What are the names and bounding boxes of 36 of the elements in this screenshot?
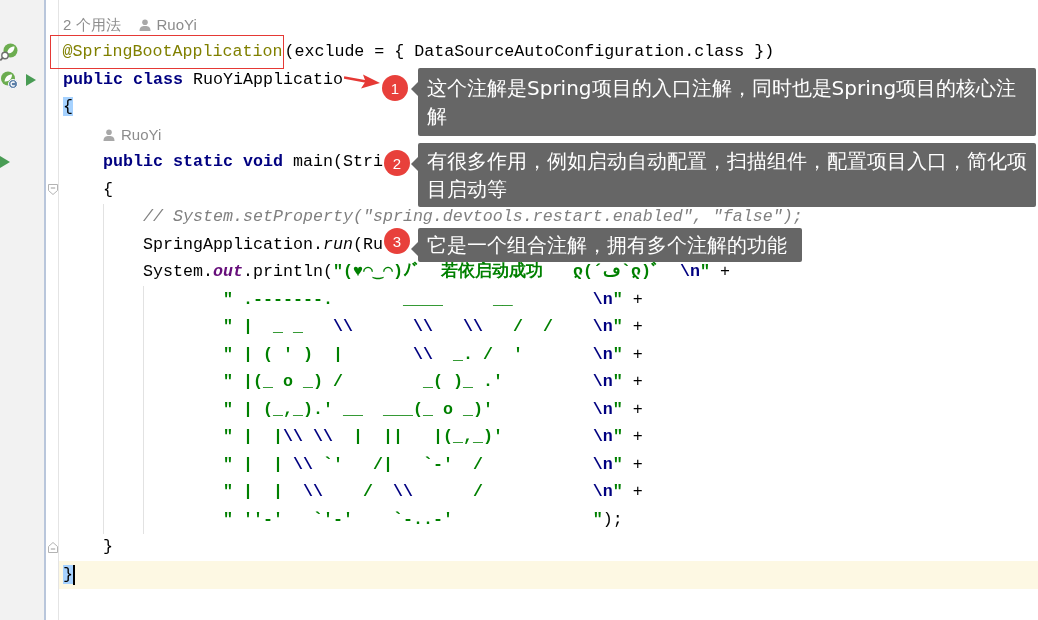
code-line: " | | \\ `' /| `-' / \n" + <box>223 455 643 474</box>
step-number: 2 <box>384 150 410 176</box>
leaf-icon[interactable] <box>0 70 18 89</box>
code-line: " | _ _ \\ \\ \\ / / \n" + <box>223 318 643 337</box>
person-icon <box>103 128 115 141</box>
code-line: (exclude = { DataSourceAutoConfiguration.class }) <box>284 43 775 62</box>
note-callout: 它是一个组合注解，拥有多个注解的功能 <box>411 228 802 262</box>
code-line: " |(_ o _) / _( )_ .' \n" + <box>223 373 643 392</box>
code-line: // System.setProperty("spring.devtools.restart.enabled", "false"); <box>143 208 803 227</box>
fold-icon[interactable] <box>48 541 58 553</box>
code-line: SpringApplication.run(Ru <box>143 235 383 254</box>
note-callout: 有很多作用，例如启动自动配置，扫描组件，配置项目入口，简化项目启动等 <box>411 143 1036 207</box>
code-line: " .-------. ____ __ \n" + <box>223 290 643 309</box>
code-line: " ''-' `'-' `-..-' "); <box>223 510 623 529</box>
code-line: public class RuoYiApplicatio <box>63 70 343 89</box>
code-line: { <box>103 180 113 199</box>
step-number: 3 <box>384 228 410 254</box>
author-hint[interactable]: RuoYi <box>156 15 197 34</box>
run-icon[interactable] <box>0 156 10 169</box>
person-icon <box>138 18 151 31</box>
step-number: 1 <box>382 75 408 101</box>
code-line: " | |\\ \\ | || |(_,_)' \n" + <box>223 428 643 447</box>
note-callout: 这个注解是Spring项目的入口注解，同时也是Spring项目的核心注解 <box>411 68 1036 136</box>
framed-annotation: @SpringBootApplication <box>49 35 285 70</box>
code-line: " | | \\ / \\ / \n" + <box>223 483 643 502</box>
leaf-search-icon[interactable] <box>0 43 18 62</box>
run-icon[interactable] <box>26 73 36 86</box>
pointer-arrow <box>344 73 380 90</box>
code-line: " | (_,_).' __ ___(_ o _)' \n" + <box>223 400 643 419</box>
code-line: } <box>103 538 113 557</box>
usages-hint[interactable]: 2 个用法 <box>63 15 121 34</box>
author-hint[interactable]: RuoYi <box>121 125 162 144</box>
text-cursor <box>73 564 75 585</box>
fold-icon[interactable] <box>48 184 58 196</box>
code-line: " | ( ' ) | \\ _. / ' \n" + <box>223 345 643 364</box>
code-line: public static void main(Stri <box>103 153 383 172</box>
